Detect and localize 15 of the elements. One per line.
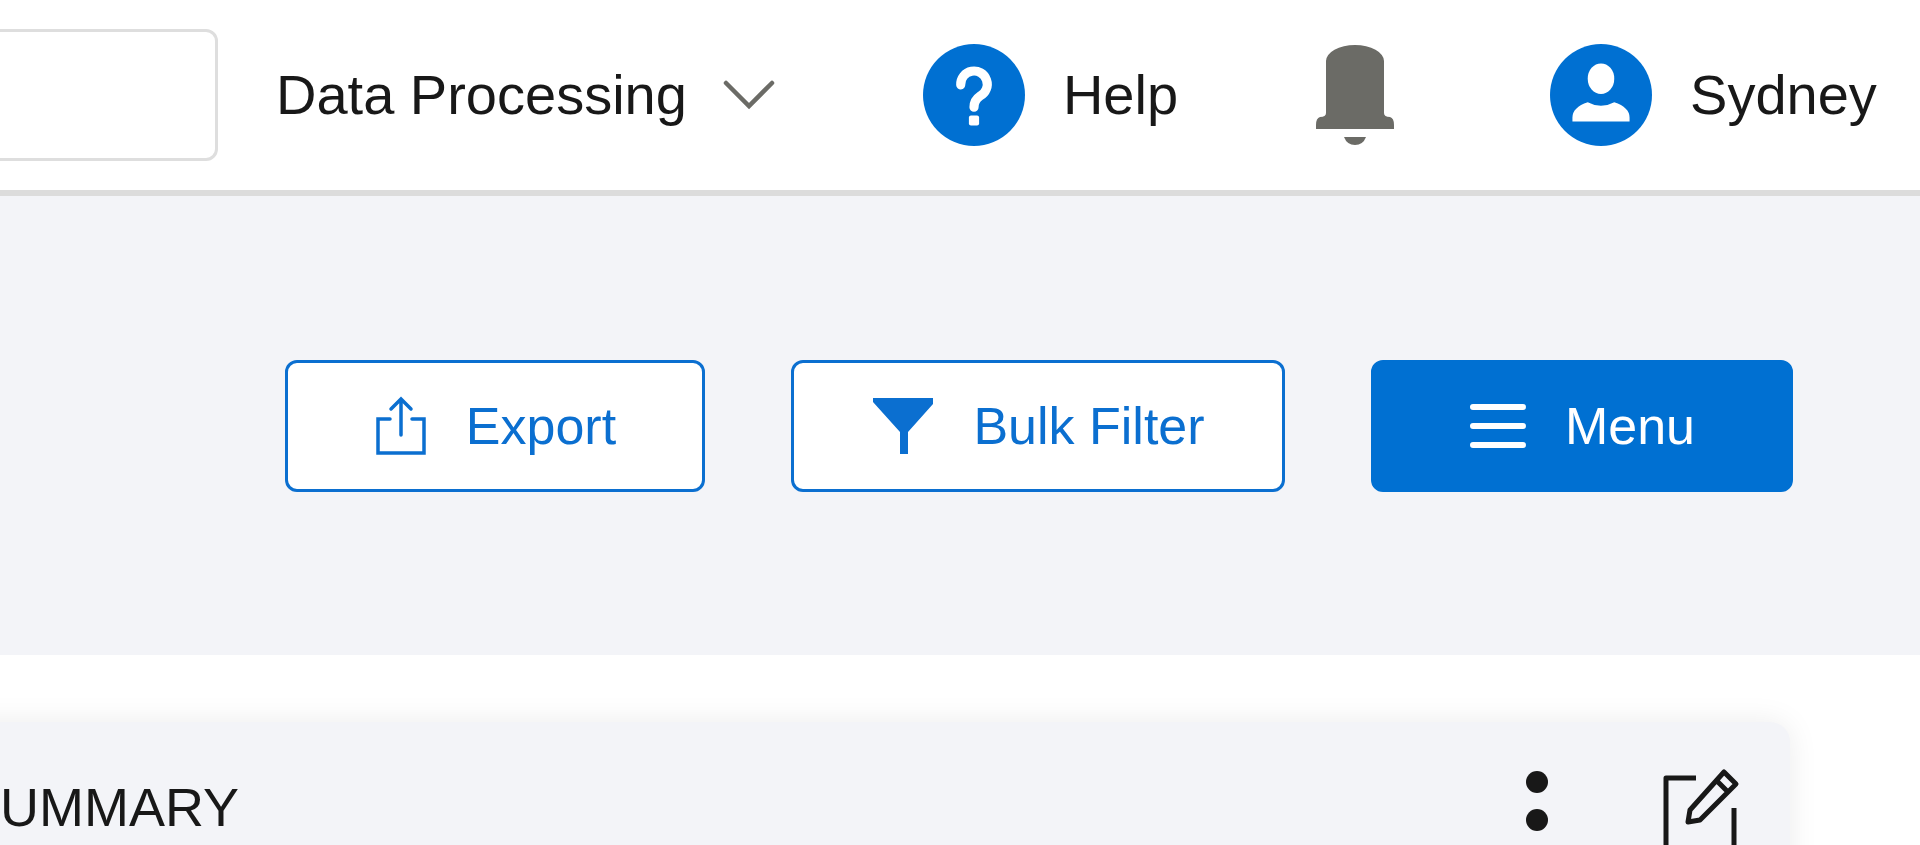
menu-button[interactable]: Menu xyxy=(1371,359,1793,492)
help-button[interactable]: Help xyxy=(922,44,1179,146)
filter-icon xyxy=(871,395,936,456)
avatar-icon xyxy=(1550,44,1653,146)
app-switcher[interactable]: Data Processing xyxy=(276,53,775,137)
user-menu[interactable]: Sydney xyxy=(1550,44,1877,146)
export-button[interactable]: Export xyxy=(285,359,705,492)
more-icon[interactable] xyxy=(1524,770,1550,832)
help-icon xyxy=(922,44,1025,146)
chevron-down-icon xyxy=(722,80,775,110)
search-field[interactable] xyxy=(0,29,218,161)
filter-button[interactable]: Bulk Filter xyxy=(791,359,1285,492)
share-icon xyxy=(373,394,428,457)
card-title: UMMARY xyxy=(0,778,240,838)
menu-icon xyxy=(1468,401,1527,450)
